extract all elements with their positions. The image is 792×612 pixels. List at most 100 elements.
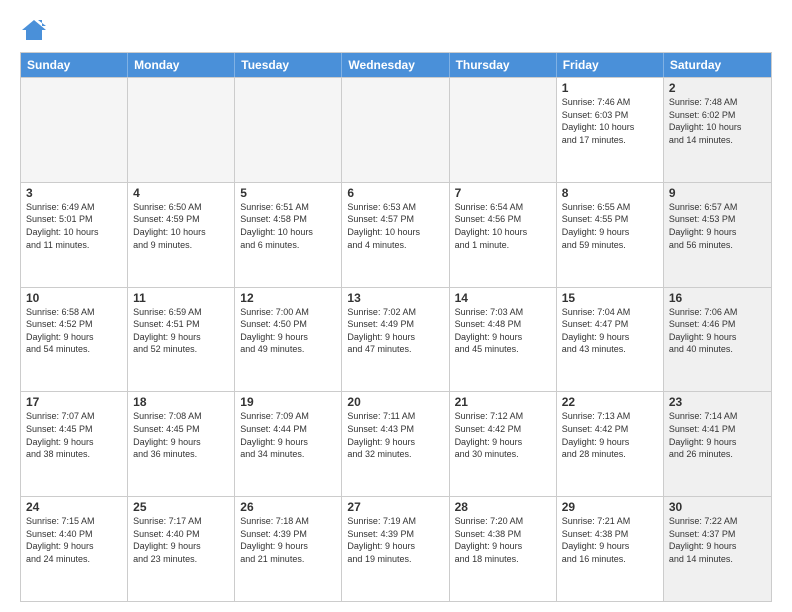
cal-cell bbox=[235, 78, 342, 182]
cal-cell: 13Sunrise: 7:02 AMSunset: 4:49 PMDayligh… bbox=[342, 288, 449, 392]
cell-info: Sunrise: 7:07 AMSunset: 4:45 PMDaylight:… bbox=[26, 410, 122, 460]
day-number: 16 bbox=[669, 291, 766, 305]
cal-cell: 30Sunrise: 7:22 AMSunset: 4:37 PMDayligh… bbox=[664, 497, 771, 601]
cal-cell: 23Sunrise: 7:14 AMSunset: 4:41 PMDayligh… bbox=[664, 392, 771, 496]
day-number: 28 bbox=[455, 500, 551, 514]
day-number: 22 bbox=[562, 395, 658, 409]
cell-info: Sunrise: 7:13 AMSunset: 4:42 PMDaylight:… bbox=[562, 410, 658, 460]
calendar-body: 1Sunrise: 7:46 AMSunset: 6:03 PMDaylight… bbox=[21, 77, 771, 601]
cal-cell: 28Sunrise: 7:20 AMSunset: 4:38 PMDayligh… bbox=[450, 497, 557, 601]
cell-info: Sunrise: 6:53 AMSunset: 4:57 PMDaylight:… bbox=[347, 201, 443, 251]
header-day-friday: Friday bbox=[557, 53, 664, 77]
cell-info: Sunrise: 6:54 AMSunset: 4:56 PMDaylight:… bbox=[455, 201, 551, 251]
cal-cell bbox=[342, 78, 449, 182]
week-row-2: 10Sunrise: 6:58 AMSunset: 4:52 PMDayligh… bbox=[21, 287, 771, 392]
cell-info: Sunrise: 6:49 AMSunset: 5:01 PMDaylight:… bbox=[26, 201, 122, 251]
cal-cell: 11Sunrise: 6:59 AMSunset: 4:51 PMDayligh… bbox=[128, 288, 235, 392]
cal-cell: 21Sunrise: 7:12 AMSunset: 4:42 PMDayligh… bbox=[450, 392, 557, 496]
day-number: 13 bbox=[347, 291, 443, 305]
day-number: 20 bbox=[347, 395, 443, 409]
cell-info: Sunrise: 7:08 AMSunset: 4:45 PMDaylight:… bbox=[133, 410, 229, 460]
header-day-sunday: Sunday bbox=[21, 53, 128, 77]
cal-cell: 9Sunrise: 6:57 AMSunset: 4:53 PMDaylight… bbox=[664, 183, 771, 287]
cal-cell bbox=[21, 78, 128, 182]
cal-cell: 5Sunrise: 6:51 AMSunset: 4:58 PMDaylight… bbox=[235, 183, 342, 287]
page: SundayMondayTuesdayWednesdayThursdayFrid… bbox=[0, 0, 792, 612]
cell-info: Sunrise: 7:14 AMSunset: 4:41 PMDaylight:… bbox=[669, 410, 766, 460]
day-number: 14 bbox=[455, 291, 551, 305]
day-number: 23 bbox=[669, 395, 766, 409]
cell-info: Sunrise: 7:48 AMSunset: 6:02 PMDaylight:… bbox=[669, 96, 766, 146]
day-number: 1 bbox=[562, 81, 658, 95]
header-day-tuesday: Tuesday bbox=[235, 53, 342, 77]
day-number: 19 bbox=[240, 395, 336, 409]
cal-cell: 22Sunrise: 7:13 AMSunset: 4:42 PMDayligh… bbox=[557, 392, 664, 496]
day-number: 24 bbox=[26, 500, 122, 514]
cal-cell: 14Sunrise: 7:03 AMSunset: 4:48 PMDayligh… bbox=[450, 288, 557, 392]
cell-info: Sunrise: 7:00 AMSunset: 4:50 PMDaylight:… bbox=[240, 306, 336, 356]
calendar: SundayMondayTuesdayWednesdayThursdayFrid… bbox=[20, 52, 772, 602]
cell-info: Sunrise: 7:12 AMSunset: 4:42 PMDaylight:… bbox=[455, 410, 551, 460]
cal-cell: 1Sunrise: 7:46 AMSunset: 6:03 PMDaylight… bbox=[557, 78, 664, 182]
day-number: 3 bbox=[26, 186, 122, 200]
day-number: 30 bbox=[669, 500, 766, 514]
day-number: 8 bbox=[562, 186, 658, 200]
cal-cell: 27Sunrise: 7:19 AMSunset: 4:39 PMDayligh… bbox=[342, 497, 449, 601]
day-number: 6 bbox=[347, 186, 443, 200]
cal-cell: 24Sunrise: 7:15 AMSunset: 4:40 PMDayligh… bbox=[21, 497, 128, 601]
cal-cell: 4Sunrise: 6:50 AMSunset: 4:59 PMDaylight… bbox=[128, 183, 235, 287]
day-number: 5 bbox=[240, 186, 336, 200]
cal-cell: 16Sunrise: 7:06 AMSunset: 4:46 PMDayligh… bbox=[664, 288, 771, 392]
day-number: 29 bbox=[562, 500, 658, 514]
cell-info: Sunrise: 7:03 AMSunset: 4:48 PMDaylight:… bbox=[455, 306, 551, 356]
cell-info: Sunrise: 7:22 AMSunset: 4:37 PMDaylight:… bbox=[669, 515, 766, 565]
day-number: 15 bbox=[562, 291, 658, 305]
cal-cell: 6Sunrise: 6:53 AMSunset: 4:57 PMDaylight… bbox=[342, 183, 449, 287]
cal-cell: 19Sunrise: 7:09 AMSunset: 4:44 PMDayligh… bbox=[235, 392, 342, 496]
day-number: 9 bbox=[669, 186, 766, 200]
cal-cell: 18Sunrise: 7:08 AMSunset: 4:45 PMDayligh… bbox=[128, 392, 235, 496]
cell-info: Sunrise: 7:02 AMSunset: 4:49 PMDaylight:… bbox=[347, 306, 443, 356]
day-number: 10 bbox=[26, 291, 122, 305]
logo-icon bbox=[20, 16, 48, 44]
cal-cell: 10Sunrise: 6:58 AMSunset: 4:52 PMDayligh… bbox=[21, 288, 128, 392]
cal-cell: 17Sunrise: 7:07 AMSunset: 4:45 PMDayligh… bbox=[21, 392, 128, 496]
week-row-1: 3Sunrise: 6:49 AMSunset: 5:01 PMDaylight… bbox=[21, 182, 771, 287]
cell-info: Sunrise: 6:51 AMSunset: 4:58 PMDaylight:… bbox=[240, 201, 336, 251]
day-number: 12 bbox=[240, 291, 336, 305]
cell-info: Sunrise: 7:15 AMSunset: 4:40 PMDaylight:… bbox=[26, 515, 122, 565]
day-number: 17 bbox=[26, 395, 122, 409]
day-number: 21 bbox=[455, 395, 551, 409]
cal-cell: 25Sunrise: 7:17 AMSunset: 4:40 PMDayligh… bbox=[128, 497, 235, 601]
cell-info: Sunrise: 6:57 AMSunset: 4:53 PMDaylight:… bbox=[669, 201, 766, 251]
cal-cell: 26Sunrise: 7:18 AMSunset: 4:39 PMDayligh… bbox=[235, 497, 342, 601]
cell-info: Sunrise: 6:59 AMSunset: 4:51 PMDaylight:… bbox=[133, 306, 229, 356]
cell-info: Sunrise: 6:58 AMSunset: 4:52 PMDaylight:… bbox=[26, 306, 122, 356]
cell-info: Sunrise: 6:50 AMSunset: 4:59 PMDaylight:… bbox=[133, 201, 229, 251]
day-number: 25 bbox=[133, 500, 229, 514]
header-day-thursday: Thursday bbox=[450, 53, 557, 77]
cal-cell: 7Sunrise: 6:54 AMSunset: 4:56 PMDaylight… bbox=[450, 183, 557, 287]
cell-info: Sunrise: 7:21 AMSunset: 4:38 PMDaylight:… bbox=[562, 515, 658, 565]
day-number: 4 bbox=[133, 186, 229, 200]
cell-info: Sunrise: 7:17 AMSunset: 4:40 PMDaylight:… bbox=[133, 515, 229, 565]
cal-cell: 15Sunrise: 7:04 AMSunset: 4:47 PMDayligh… bbox=[557, 288, 664, 392]
cal-cell: 29Sunrise: 7:21 AMSunset: 4:38 PMDayligh… bbox=[557, 497, 664, 601]
day-number: 18 bbox=[133, 395, 229, 409]
logo bbox=[20, 16, 52, 44]
week-row-3: 17Sunrise: 7:07 AMSunset: 4:45 PMDayligh… bbox=[21, 391, 771, 496]
header-day-monday: Monday bbox=[128, 53, 235, 77]
cal-cell: 12Sunrise: 7:00 AMSunset: 4:50 PMDayligh… bbox=[235, 288, 342, 392]
day-number: 7 bbox=[455, 186, 551, 200]
cal-cell: 20Sunrise: 7:11 AMSunset: 4:43 PMDayligh… bbox=[342, 392, 449, 496]
day-number: 11 bbox=[133, 291, 229, 305]
day-number: 27 bbox=[347, 500, 443, 514]
day-number: 26 bbox=[240, 500, 336, 514]
cell-info: Sunrise: 7:09 AMSunset: 4:44 PMDaylight:… bbox=[240, 410, 336, 460]
cell-info: Sunrise: 7:06 AMSunset: 4:46 PMDaylight:… bbox=[669, 306, 766, 356]
cell-info: Sunrise: 7:18 AMSunset: 4:39 PMDaylight:… bbox=[240, 515, 336, 565]
header bbox=[20, 16, 772, 44]
cal-cell bbox=[128, 78, 235, 182]
week-row-4: 24Sunrise: 7:15 AMSunset: 4:40 PMDayligh… bbox=[21, 496, 771, 601]
day-number: 2 bbox=[669, 81, 766, 95]
